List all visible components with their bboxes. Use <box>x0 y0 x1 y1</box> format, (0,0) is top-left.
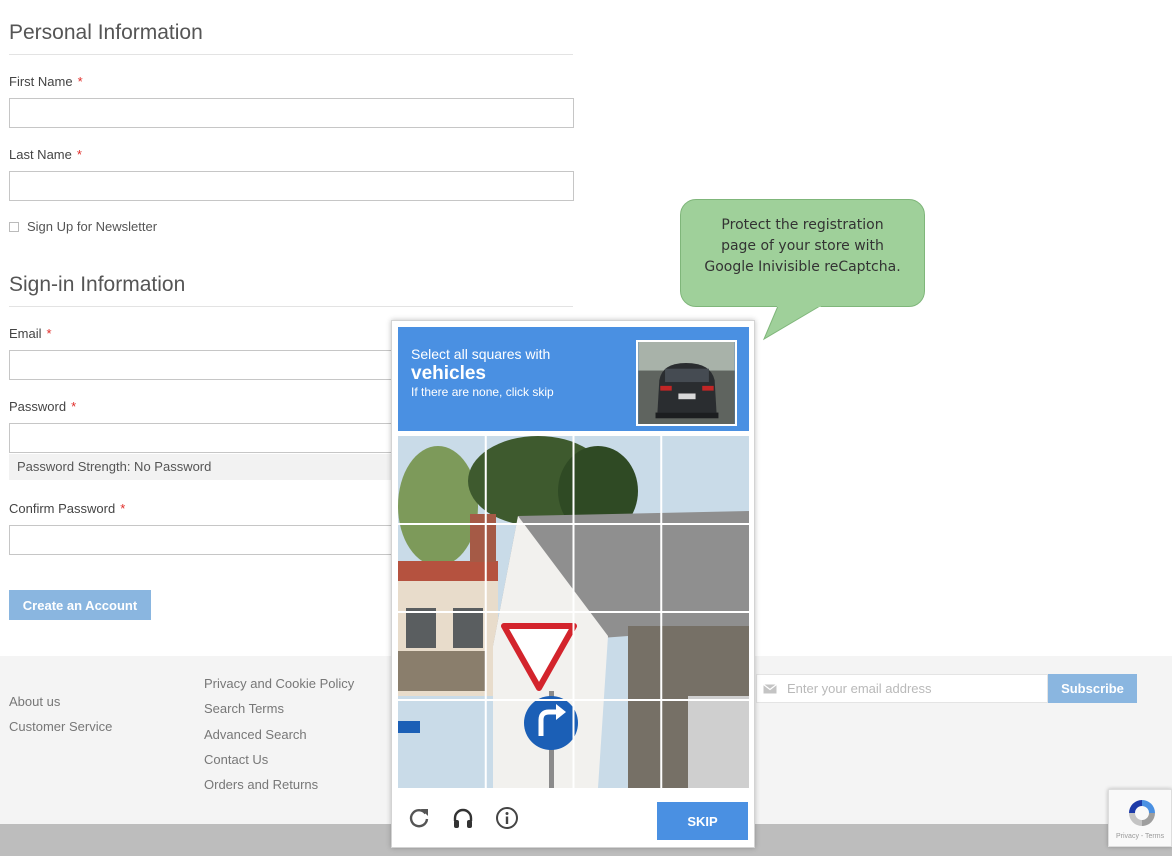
first-name-input[interactable] <box>9 98 574 128</box>
personal-info-title: Personal Information <box>9 21 573 55</box>
footer-link-contact-us[interactable]: Contact Us <box>204 752 268 767</box>
recaptcha-badge[interactable]: Privacy - Terms <box>1108 789 1172 847</box>
footer-link-about-us[interactable]: About us <box>9 694 60 709</box>
callout-line-3: Google Inivisible reCaptcha. <box>704 259 901 275</box>
signin-info-title: Sign-in Information <box>9 273 573 307</box>
info-icon[interactable] <box>495 806 519 830</box>
newsletter-email-input[interactable]: Enter your email address <box>756 674 1048 703</box>
captcha-header: Select all squares with vehicles If ther… <box>398 327 749 431</box>
create-account-button[interactable]: Create an Account <box>9 590 151 620</box>
confirm-password-label: Confirm Password * <box>9 501 126 516</box>
captcha-skip-hint: If there are none, click skip <box>411 385 554 399</box>
first-name-label: First Name * <box>9 74 83 89</box>
required-mark: * <box>77 74 83 89</box>
callout-line-1: Protect the registration <box>721 217 884 233</box>
newsletter-checkbox[interactable] <box>9 221 19 232</box>
reload-icon[interactable] <box>407 806 431 830</box>
footer-link-orders-returns[interactable]: Orders and Returns <box>204 777 318 792</box>
email-label: Email * <box>9 326 52 341</box>
subscribe-button[interactable]: Subscribe <box>1048 674 1137 703</box>
required-mark: * <box>76 147 82 162</box>
headphones-icon[interactable] <box>451 806 475 830</box>
required-mark: * <box>46 326 52 341</box>
callout-tail <box>762 303 821 341</box>
captcha-instruction: Select all squares with <box>411 346 551 362</box>
callout-bubble: Protect the registration page of your st… <box>680 199 925 307</box>
captcha-image-grid <box>398 436 749 788</box>
captcha-example-image <box>636 340 737 426</box>
skip-button[interactable]: SKIP <box>657 802 748 840</box>
captcha-footer: SKIP <box>392 788 754 847</box>
callout-line-2: page of your store with <box>721 238 884 254</box>
footer-link-customer-service[interactable]: Customer Service <box>9 719 112 734</box>
captcha-target-word: vehicles <box>411 363 486 384</box>
footer-link-privacy[interactable]: Privacy and Cookie Policy <box>204 676 354 691</box>
required-mark: * <box>71 399 77 414</box>
last-name-input[interactable] <box>9 171 574 201</box>
newsletter-label: Sign Up for Newsletter <box>27 219 158 234</box>
newsletter-email-placeholder: Enter your email address <box>787 681 932 696</box>
recaptcha-logo-icon <box>1129 800 1155 826</box>
footer-link-advanced-search[interactable]: Advanced Search <box>204 727 307 742</box>
newsletter-row[interactable]: Sign Up for Newsletter <box>9 219 157 234</box>
envelope-icon <box>763 683 777 693</box>
required-mark: * <box>120 501 126 516</box>
password-label: Password * <box>9 399 77 414</box>
captcha-challenge-dialog: Select all squares with vehicles If ther… <box>391 320 755 848</box>
last-name-label: Last Name * <box>9 147 82 162</box>
recaptcha-terms[interactable]: Privacy - Terms <box>1116 833 1164 840</box>
footer-link-search-terms[interactable]: Search Terms <box>204 701 284 716</box>
